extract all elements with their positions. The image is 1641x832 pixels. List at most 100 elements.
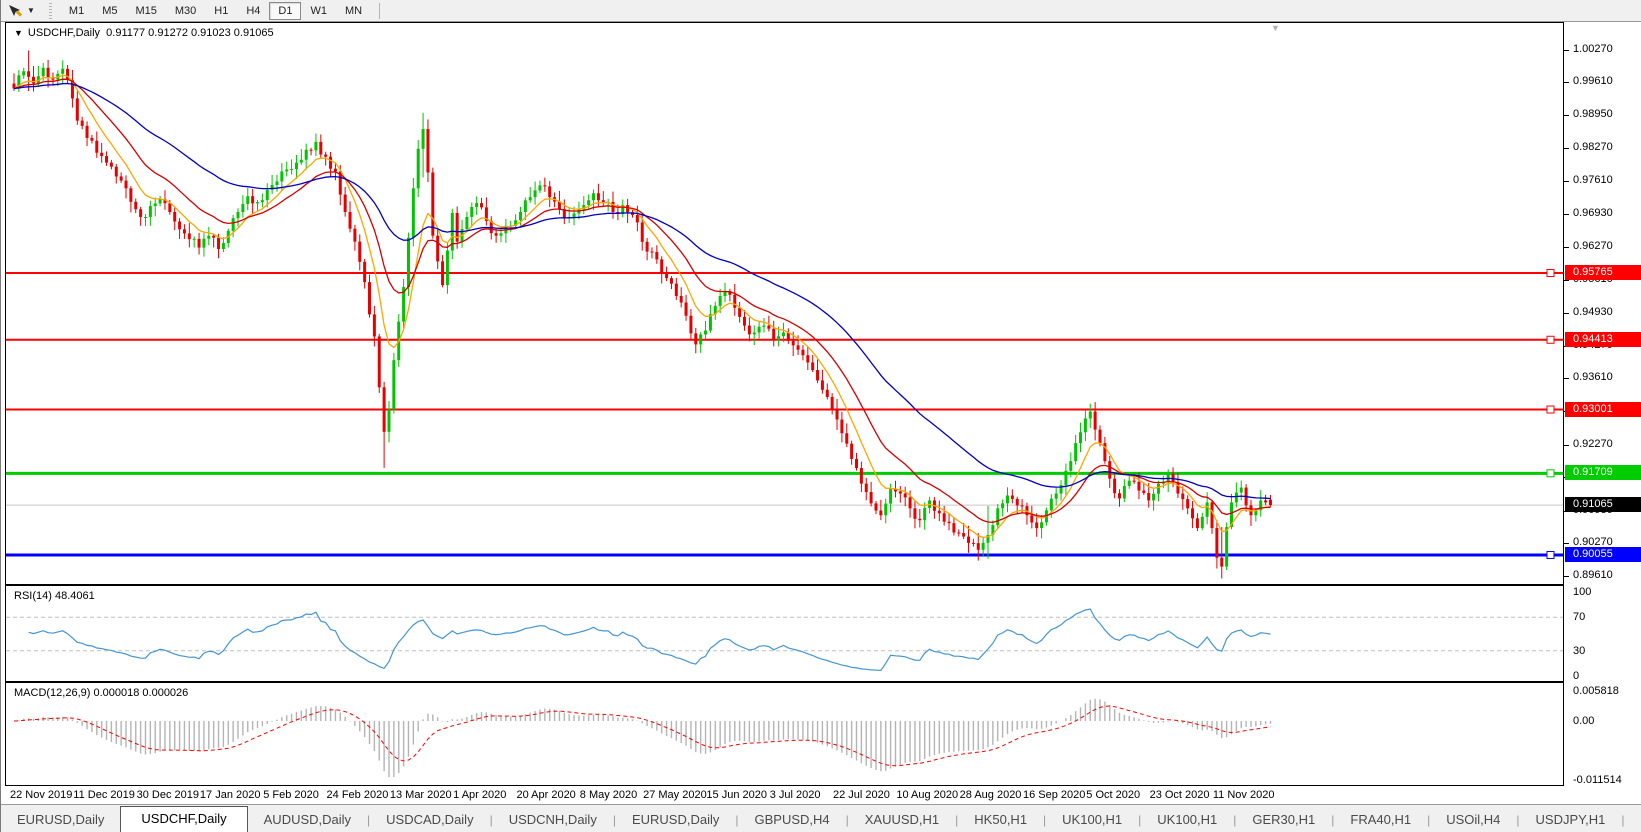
candle-body bbox=[1176, 482, 1179, 493]
date-tick-label: 13 Mar 2020 bbox=[390, 789, 452, 801]
candle-body bbox=[314, 142, 317, 150]
chart-tab-uk100-h1[interactable]: UK100,H1 bbox=[1046, 808, 1138, 832]
candle-body bbox=[850, 444, 853, 459]
candle-body bbox=[874, 503, 877, 510]
candle-body bbox=[300, 160, 303, 163]
chart-tab-eurusd-daily[interactable]: EURUSD,Daily bbox=[616, 808, 735, 832]
candle-body bbox=[407, 238, 410, 287]
candle-body bbox=[212, 236, 215, 238]
candle-body bbox=[952, 523, 955, 532]
candle-body bbox=[353, 229, 356, 242]
macd-canvas[interactable] bbox=[6, 683, 1563, 785]
price-tick-label: 0.94930 bbox=[1573, 306, 1613, 318]
candle-body bbox=[1196, 518, 1199, 528]
macd-axis[interactable]: 0.0058180.00-0.011514 bbox=[1564, 682, 1641, 786]
level-line-handle[interactable] bbox=[1547, 270, 1554, 277]
price-tick-mark bbox=[1564, 576, 1569, 577]
toolbar-grip-handle[interactable] bbox=[47, 3, 54, 19]
timeframe-button-d1[interactable]: D1 bbox=[269, 2, 301, 20]
chart-tab-usdcad-daily[interactable]: USDCAD,Daily bbox=[370, 808, 489, 832]
candle-body bbox=[1084, 418, 1087, 432]
timeframe-button-m1[interactable]: M1 bbox=[60, 2, 93, 20]
price-axis[interactable]: 1.002700.996100.989500.982700.976100.969… bbox=[1564, 22, 1641, 585]
candle-body bbox=[680, 296, 683, 303]
chart-tab-dj30-daily[interactable]: DJ30,Daily bbox=[1625, 808, 1641, 832]
chart-tab-usdjpy-h1[interactable]: USDJPY,H1 bbox=[1520, 808, 1622, 832]
chart-tab-uk100-h1[interactable]: UK100,H1 bbox=[1141, 808, 1233, 832]
candle-body bbox=[670, 278, 673, 283]
date-tick-label: 15 Jun 2020 bbox=[706, 789, 767, 801]
candle-body bbox=[256, 202, 259, 203]
tool-dropdown-caret-icon[interactable]: ▼ bbox=[27, 6, 35, 15]
timeframe-button-m5[interactable]: M5 bbox=[93, 2, 126, 20]
candle-body bbox=[1211, 502, 1214, 528]
chart-tab-audusd-daily[interactable]: AUDUSD,Daily bbox=[248, 808, 367, 832]
price-badge-0.94413: 0.94413 bbox=[1565, 332, 1641, 347]
candle-body bbox=[524, 200, 527, 212]
chart-tab-usdcnh-daily[interactable]: USDCNH,Daily bbox=[493, 808, 613, 832]
candle-body bbox=[1016, 499, 1019, 505]
candle-body bbox=[334, 169, 337, 172]
rsi-indicator-pane[interactable]: RSI(14) 48.4061 bbox=[5, 585, 1564, 682]
candle-body bbox=[198, 239, 201, 248]
crosshair-cursor-tool-icon[interactable] bbox=[5, 2, 25, 20]
level-line-handle[interactable] bbox=[1547, 470, 1554, 477]
chart-tab-usdchf-daily[interactable]: USDCHF,Daily bbox=[120, 806, 247, 832]
chart-tab-hk50-h1[interactable]: HK50,H1 bbox=[958, 808, 1043, 832]
chart-shift-marker-icon[interactable]: ▼ bbox=[1271, 24, 1280, 33]
date-tick-label: 11 Dec 2019 bbox=[73, 789, 135, 801]
price-tick-label: 1.00270 bbox=[1573, 43, 1613, 55]
candle-body bbox=[733, 295, 736, 308]
main-chart-pane[interactable]: ▼USDCHF,Daily 0.91177 0.91272 0.91023 0.… bbox=[5, 22, 1564, 585]
chart-tab-usoil-h4[interactable]: USOil,H4 bbox=[1430, 808, 1516, 832]
timeframe-button-m30[interactable]: M30 bbox=[166, 2, 205, 20]
candle-body bbox=[1133, 481, 1136, 482]
candle-body bbox=[110, 163, 113, 167]
candle-body bbox=[918, 519, 921, 520]
price-chart-canvas[interactable] bbox=[6, 23, 1563, 584]
chart-tab-fra40-h1[interactable]: FRA40,H1 bbox=[1334, 808, 1427, 832]
timeframe-button-mn[interactable]: MN bbox=[336, 2, 371, 20]
timeframe-button-w1[interactable]: W1 bbox=[301, 2, 336, 20]
level-line-handle[interactable] bbox=[1547, 406, 1554, 413]
candle-body bbox=[675, 284, 678, 296]
candle-body bbox=[441, 261, 444, 285]
rsi-axis[interactable]: 10070300 bbox=[1564, 585, 1641, 682]
price-tick-mark bbox=[1564, 82, 1569, 83]
chart-ohlc-values: 0.91177 0.91272 0.91023 0.91065 bbox=[106, 27, 273, 39]
candle-body bbox=[641, 222, 644, 241]
candle-body bbox=[982, 543, 985, 550]
timeframe-button-h4[interactable]: H4 bbox=[237, 2, 269, 20]
candle-body bbox=[470, 207, 473, 217]
date-tick-label: 5 Feb 2020 bbox=[263, 789, 319, 801]
candle-body bbox=[61, 69, 64, 74]
chart-tab-xauusd-h1[interactable]: XAUUSD,H1 bbox=[849, 808, 955, 832]
candle-body bbox=[597, 193, 600, 200]
candle-body bbox=[120, 176, 123, 180]
chart-tab-ger30-h1[interactable]: GER30,H1 bbox=[1236, 808, 1331, 832]
timeframe-button-h1[interactable]: H1 bbox=[205, 2, 237, 20]
macd-label: MACD(12,26,9) 0.000018 0.000026 bbox=[14, 687, 188, 699]
date-tick-label: 8 May 2020 bbox=[580, 789, 637, 801]
candle-body bbox=[1001, 503, 1004, 508]
level-line-handle[interactable] bbox=[1547, 552, 1554, 559]
date-tick-label: 5 Oct 2020 bbox=[1086, 789, 1140, 801]
price-tick-label: 0.98950 bbox=[1573, 108, 1613, 120]
candle-body bbox=[139, 209, 142, 217]
timeframe-button-m15[interactable]: M15 bbox=[126, 2, 165, 20]
chart-tab-gbpusd-h4[interactable]: GBPUSD,H4 bbox=[738, 808, 845, 832]
candle-body bbox=[125, 181, 128, 189]
time-axis[interactable]: 22 Nov 201911 Dec 201930 Dec 201917 Jan … bbox=[5, 786, 1564, 804]
price-tick-mark bbox=[1564, 50, 1569, 51]
price-tick-mark bbox=[1564, 313, 1569, 314]
candle-body bbox=[831, 397, 834, 410]
price-badge-0.91709: 0.91709 bbox=[1565, 465, 1641, 480]
candle-body bbox=[363, 262, 366, 282]
candle-body bbox=[884, 504, 887, 516]
level-line-handle[interactable] bbox=[1547, 336, 1554, 343]
date-tick-label: 3 Jul 2020 bbox=[770, 789, 821, 801]
chart-tab-eurusd-daily[interactable]: EURUSD,Daily bbox=[1, 808, 120, 832]
collapse-triangle-icon[interactable]: ▼ bbox=[14, 28, 23, 38]
macd-indicator-pane[interactable]: MACD(12,26,9) 0.000018 0.000026 bbox=[5, 682, 1564, 786]
rsi-canvas[interactable] bbox=[6, 586, 1563, 681]
